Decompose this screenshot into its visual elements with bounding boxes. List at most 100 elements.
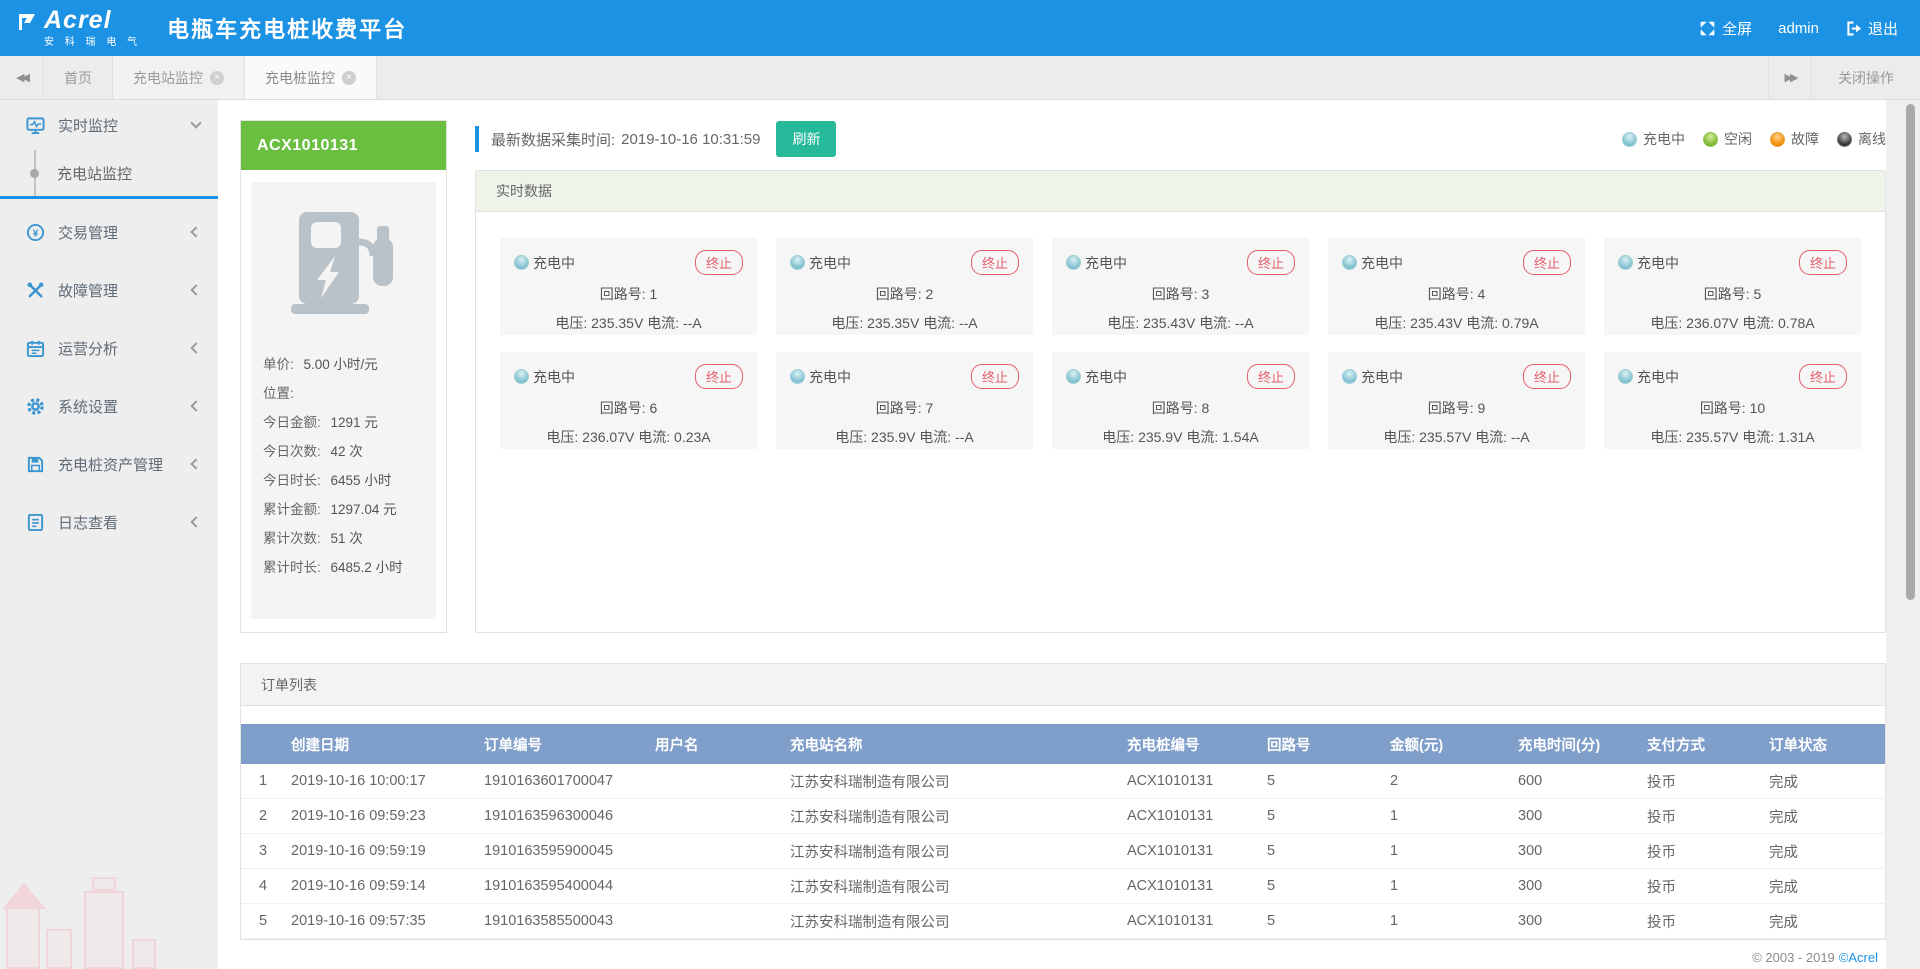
station-stat-line: 单价: 5.00 小时/元 <box>263 350 424 379</box>
terminate-button[interactable]: 终止 <box>971 364 1019 389</box>
order-row[interactable]: 3 2019-10-16 09:59:19 1910163595900045 江… <box>241 834 1885 869</box>
top-header: Acrel 安 科 瑞 电 气 电瓶车充电桩收费平台 全屏 admin <box>0 0 1920 56</box>
tabs-scroll-left-button[interactable]: ◀◀ <box>0 56 44 99</box>
legend-label: 充电中 <box>1643 129 1685 149</box>
circuit-value: 8 <box>1201 400 1209 416</box>
cell-minutes: 600 <box>1512 773 1641 789</box>
logo-text: Acrel <box>44 6 112 34</box>
voltage-label: 电压: <box>1107 315 1139 331</box>
voltage-label: 电压: <box>1650 429 1682 445</box>
footer-brand-link[interactable]: ©Acrel <box>1839 950 1878 965</box>
cell-station: 江苏安科瑞制造有限公司 <box>784 841 1121 862</box>
sidebar-item-faults[interactable]: 故障管理 <box>0 265 218 315</box>
stat-label: 今日次数: <box>263 444 321 459</box>
logout-button[interactable]: 退出 <box>1845 18 1898 39</box>
terminate-button[interactable]: 终止 <box>1247 250 1295 275</box>
gear-icon <box>26 397 45 416</box>
charging-status-icon <box>1066 255 1081 270</box>
monitor-icon <box>26 116 45 135</box>
cell-pile: ACX1010131 <box>1121 773 1261 789</box>
cell-minutes: 300 <box>1512 808 1641 824</box>
terminate-button[interactable]: 终止 <box>971 250 1019 275</box>
sidebar-item-system-settings[interactable]: 系统设置 <box>0 381 218 431</box>
tab-station-monitor[interactable]: 充电站监控 × <box>113 56 245 99</box>
terminate-button[interactable]: 终止 <box>1523 250 1571 275</box>
tab-label: 首页 <box>64 68 92 88</box>
tab-home[interactable]: 首页 <box>44 56 113 99</box>
order-row[interactable]: 5 2019-10-16 09:57:35 1910163585500043 江… <box>241 904 1885 939</box>
circuit-value: 6 <box>649 400 657 416</box>
tab-bar: ◀◀ 首页 充电站监控 × 充电桩监控 × ▶▶ 关闭操作 <box>0 56 1920 100</box>
chevron-left-icon <box>190 226 201 237</box>
cell-status: 完成 <box>1763 876 1885 897</box>
circuit-value: 4 <box>1477 286 1485 302</box>
terminate-button[interactable]: 终止 <box>1523 364 1571 389</box>
circuit-number-line: 回路号: 5 <box>1618 284 1847 304</box>
order-row[interactable]: 4 2019-10-16 09:59:14 1910163595400044 江… <box>241 869 1885 904</box>
chevron-left-icon <box>190 516 201 527</box>
tab-close-icon[interactable]: × <box>210 71 224 85</box>
tab-close-icon[interactable]: × <box>342 71 356 85</box>
terminate-button[interactable]: 终止 <box>1799 250 1847 275</box>
sidebar-item-transactions[interactable]: ¥ 交易管理 <box>0 207 218 257</box>
sidebar-item-logs[interactable]: 日志查看 <box>0 497 218 547</box>
terminate-button[interactable]: 终止 <box>695 250 743 275</box>
charging-status-icon <box>514 255 529 270</box>
current-label: 电流: <box>1199 315 1231 331</box>
sidebar-item-pile-assets[interactable]: 充电桩资产管理 <box>0 439 218 489</box>
fullscreen-icon <box>1699 20 1716 37</box>
copyright-text: © 2003 - 2019 <box>1752 950 1835 965</box>
current-value: --A <box>1511 429 1530 445</box>
cell-minutes: 300 <box>1512 913 1641 929</box>
order-row[interactable]: 2 2019-10-16 09:59:23 1910163596300046 江… <box>241 799 1885 834</box>
station-id: ACX1010131 <box>241 121 446 170</box>
circuit-value: 2 <box>925 286 933 302</box>
latest-time-label: 最新数据采集时间: <box>491 129 615 150</box>
tab-pile-monitor[interactable]: 充电桩监控 × <box>245 56 377 99</box>
cell-station: 江苏安科瑞制造有限公司 <box>784 806 1121 827</box>
stat-value: 6455 小时 <box>331 473 392 488</box>
circuit-number-line: 回路号: 4 <box>1342 284 1571 304</box>
order-row[interactable]: 1 2019-10-16 10:00:17 1910163601700047 江… <box>241 764 1885 799</box>
idle-status-icon <box>1703 132 1718 147</box>
circuit-label: 回路号: <box>876 400 922 416</box>
current-label: 电流: <box>1475 429 1507 445</box>
channel-card: 充电中 终止 回路号: 6 电压: 236.07 <box>500 352 757 449</box>
terminate-button[interactable]: 终止 <box>1247 364 1295 389</box>
cell-amount: 2 <box>1384 773 1512 789</box>
tabs-scroll-right-button[interactable]: ▶▶ <box>1768 56 1812 99</box>
stat-value: 6485.2 小时 <box>331 560 403 575</box>
sidebar-item-station-monitor[interactable]: 充电站监控 <box>0 150 218 196</box>
cell-pay: 投币 <box>1641 876 1763 897</box>
current-value: 0.79A <box>1502 315 1539 331</box>
cell-date: 2019-10-16 10:00:17 <box>285 773 478 789</box>
chevron-down-icon <box>190 117 201 128</box>
stat-label: 今日金额: <box>263 415 321 430</box>
channel-status: 充电中 <box>1637 367 1679 387</box>
cell-status: 完成 <box>1763 806 1885 827</box>
fullscreen-button[interactable]: 全屏 <box>1699 18 1752 39</box>
cell-date: 2019-10-16 09:57:35 <box>285 913 478 929</box>
cell-status: 完成 <box>1763 771 1885 792</box>
legend-charging: 充电中 <box>1622 129 1685 149</box>
scrollbar-track[interactable] <box>1886 100 1920 969</box>
scrollbar-thumb[interactable] <box>1906 104 1915 600</box>
current-value: --A <box>959 315 978 331</box>
stat-value: 5.00 小时/元 <box>304 357 378 372</box>
refresh-button[interactable]: 刷新 <box>776 121 836 157</box>
cell-pay: 投币 <box>1641 771 1763 792</box>
close-operations-button[interactable]: 关闭操作 <box>1812 56 1920 99</box>
current-label: 电流: <box>1742 429 1774 445</box>
cell-station: 江苏安科瑞制造有限公司 <box>784 876 1121 897</box>
stat-label: 累计次数: <box>263 531 321 546</box>
terminate-button[interactable]: 终止 <box>1799 364 1847 389</box>
transaction-icon: ¥ <box>26 223 45 242</box>
cell-order-no: 1910163601700047 <box>478 773 649 789</box>
circuit-number-line: 回路号: 8 <box>1066 398 1295 418</box>
voltage-value: 235.57V <box>1419 429 1471 445</box>
sidebar-item-operations-analysis[interactable]: 运营分析 <box>0 323 218 373</box>
terminate-button[interactable]: 终止 <box>695 364 743 389</box>
username[interactable]: admin <box>1778 20 1819 37</box>
sidebar-item-realtime-monitor[interactable]: 实时监控 <box>0 100 218 150</box>
channel-card: 充电中 终止 回路号: 10 电压: 235.5 <box>1604 352 1861 449</box>
